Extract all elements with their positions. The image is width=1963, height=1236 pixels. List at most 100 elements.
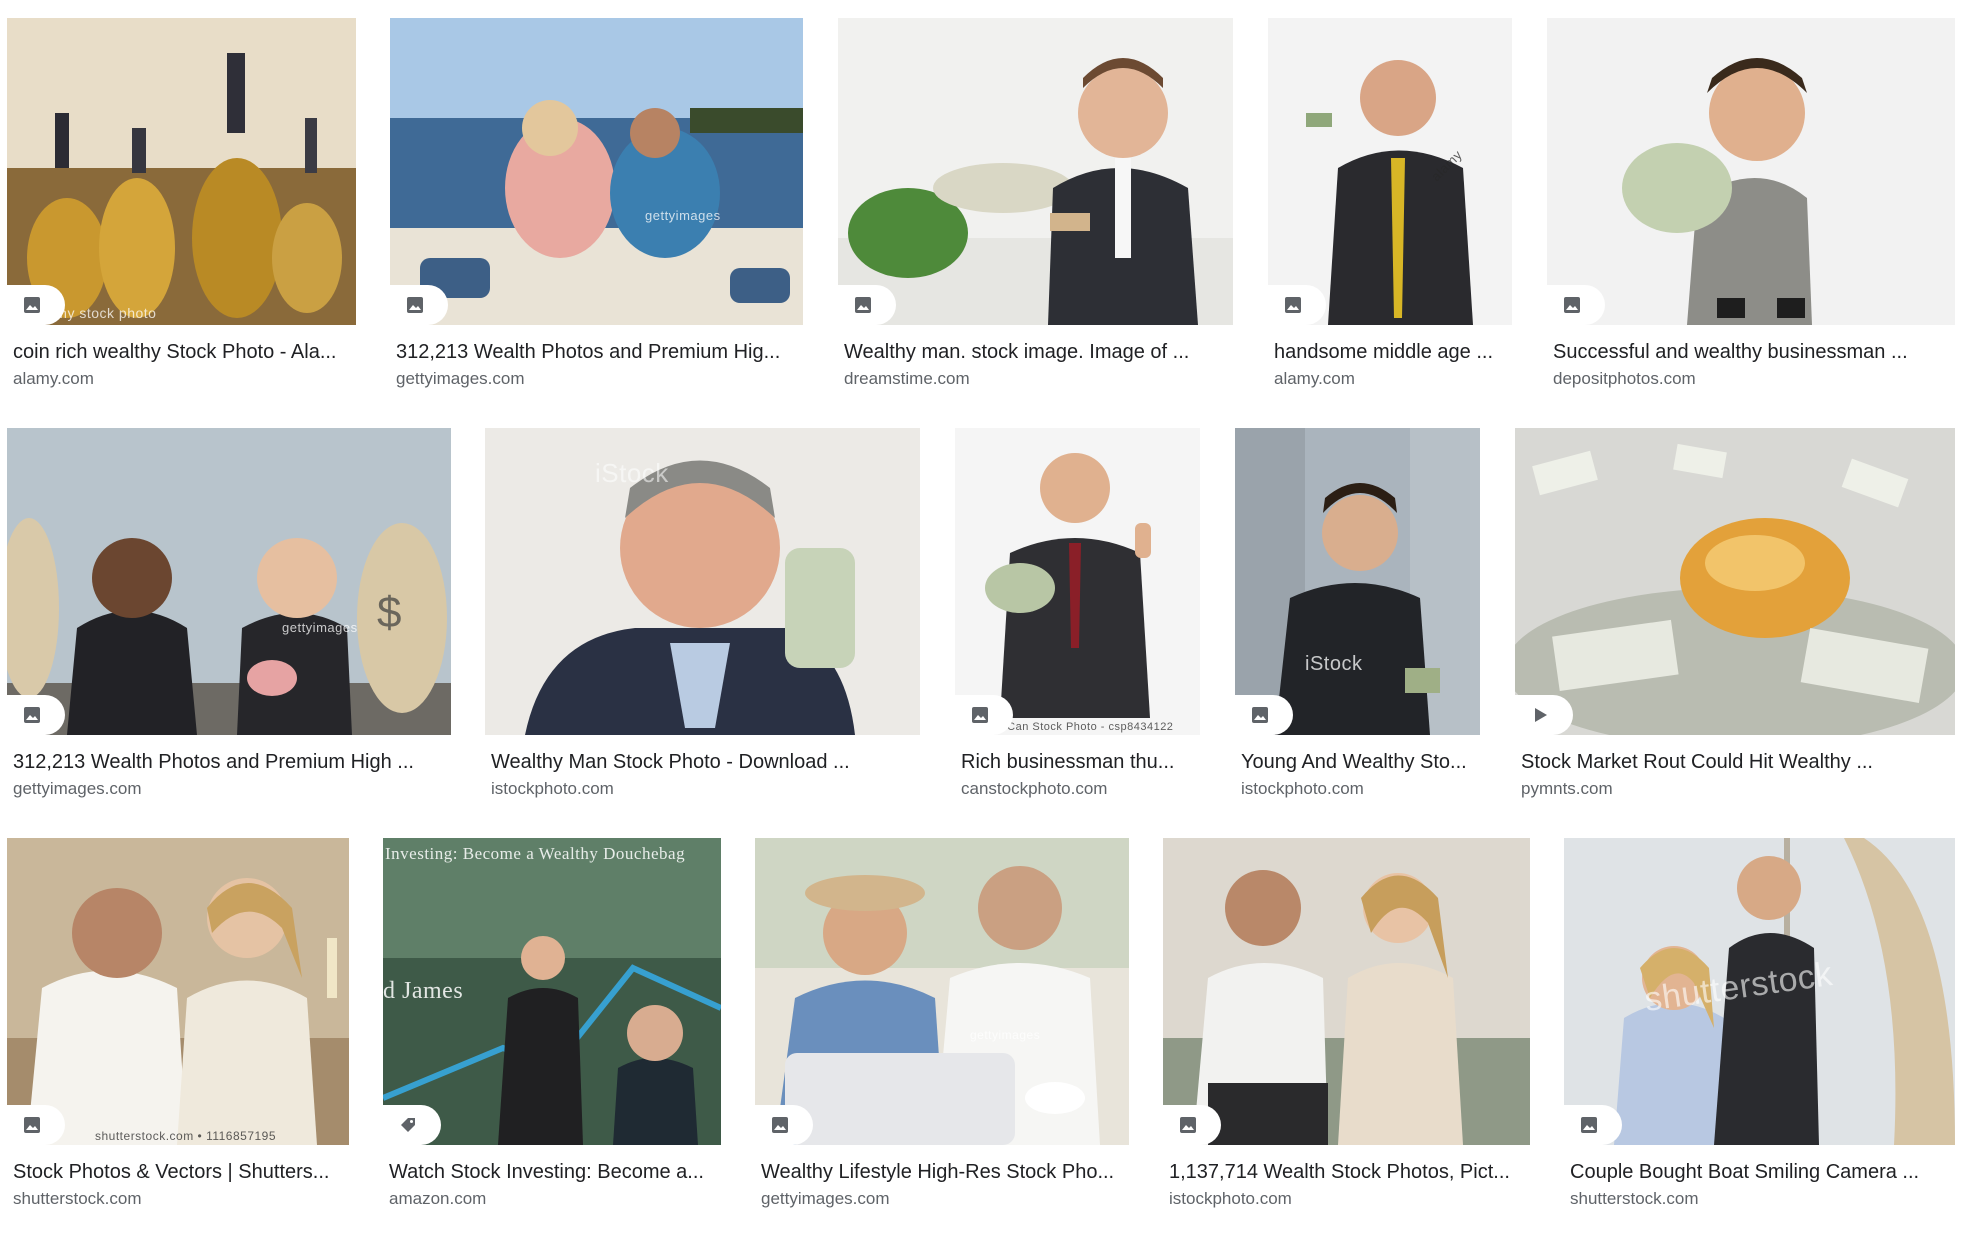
result-title[interactable]: Watch Stock Investing: Become a... <box>389 1160 717 1184</box>
watermark: gettyimages <box>970 1028 1041 1042</box>
thumbnail-image <box>7 428 451 735</box>
result-thumbnail[interactable] <box>1547 18 1955 325</box>
result-source[interactable]: istockphoto.com <box>491 778 614 800</box>
result-thumbnail[interactable] <box>1515 428 1955 735</box>
image-icon <box>407 297 423 313</box>
result-tile[interactable]: $ gettyimages 312,213 Wealth Photos and … <box>7 428 451 808</box>
result-source[interactable]: gettyimages.com <box>396 368 525 390</box>
result-thumbnail[interactable]: alamy <box>1268 18 1512 325</box>
thumbnail-image <box>7 838 349 1145</box>
thumbnail-image <box>7 18 356 325</box>
image-badge <box>955 695 1013 735</box>
result-tile[interactable]: Wealthy man. stock image. Image of ... d… <box>838 18 1233 398</box>
image-icon <box>24 297 40 313</box>
result-source[interactable]: shutterstock.com <box>1570 1188 1699 1210</box>
result-tile[interactable]: Stock Market Rout Could Hit Wealthy ... … <box>1515 428 1955 808</box>
image-badge <box>1268 285 1326 325</box>
image-badge <box>7 1105 65 1145</box>
result-title[interactable]: Wealthy man. stock image. Image of ... <box>844 340 1229 364</box>
image-icon <box>972 707 988 723</box>
thumbnail-image <box>755 838 1129 1145</box>
result-source[interactable]: dreamstime.com <box>844 368 970 390</box>
result-thumbnail[interactable]: iStock <box>485 428 920 735</box>
image-icon <box>24 1117 40 1133</box>
result-source[interactable]: gettyimages.com <box>761 1188 890 1210</box>
watermark: gettyimages <box>645 208 721 223</box>
thumbnail-image <box>1547 18 1955 325</box>
thumbnail-image <box>1268 18 1512 325</box>
image-badge <box>838 285 896 325</box>
result-title[interactable]: Wealthy Lifestyle High-Res Stock Pho... <box>761 1160 1125 1184</box>
thumbnail-image <box>390 18 803 325</box>
result-thumbnail[interactable]: © Can Stock Photo - csp8434122 <box>955 428 1200 735</box>
image-badge <box>7 285 65 325</box>
result-title[interactable]: Young And Wealthy Sto... <box>1241 750 1476 774</box>
result-title[interactable]: coin rich wealthy Stock Photo - Ala... <box>13 340 353 364</box>
image-badge <box>1564 1105 1622 1145</box>
watermark: © Can Stock Photo - csp8434122 <box>995 721 1174 733</box>
result-title[interactable]: handsome middle age ... <box>1274 340 1508 364</box>
result-title[interactable]: Stock Market Rout Could Hit Wealthy ... <box>1521 750 1951 774</box>
result-thumbnail[interactable]: shutterstock <box>1564 838 1955 1145</box>
result-title[interactable]: Successful and wealthy businessman ... <box>1553 340 1951 364</box>
result-tile[interactable]: gettyimages Wealthy Lifestyle High-Res S… <box>755 838 1129 1218</box>
result-thumbnail[interactable]: shutterstock.com • 1116857195 <box>7 838 349 1145</box>
image-icon <box>1564 297 1580 313</box>
result-source[interactable]: pymnts.com <box>1521 778 1613 800</box>
watermark: shutterstock.com • 1116857195 <box>95 1129 277 1143</box>
result-tile[interactable]: amy stock photo coin rich wealthy Stock … <box>7 18 356 398</box>
play-icon <box>1535 708 1547 722</box>
result-thumbnail[interactable]: iStock <box>1235 428 1480 735</box>
image-icon <box>772 1117 788 1133</box>
result-tile[interactable]: iStock Young And Wealthy Sto... istockph… <box>1235 428 1480 808</box>
result-tile[interactable]: 1,137,714 Wealth Stock Photos, Pict... i… <box>1163 838 1530 1218</box>
result-source[interactable]: istockphoto.com <box>1169 1188 1292 1210</box>
result-thumbnail[interactable]: $ gettyimages <box>7 428 451 735</box>
result-source[interactable]: istockphoto.com <box>1241 778 1364 800</box>
result-source[interactable]: shutterstock.com <box>13 1188 142 1210</box>
result-tile[interactable]: shutterstock.com • 1116857195 Stock Phot… <box>7 838 349 1218</box>
watermark: gettyimages <box>282 620 358 635</box>
result-tile[interactable]: Investing: Become a Wealthy Douchebag d … <box>383 838 721 1218</box>
watermark: iStock <box>1305 653 1363 675</box>
overlay-text: d James <box>383 978 464 1004</box>
image-icon <box>1285 297 1301 313</box>
result-thumbnail[interactable]: gettyimages <box>755 838 1129 1145</box>
result-thumbnail[interactable] <box>1163 838 1530 1145</box>
image-icon <box>1252 707 1268 723</box>
result-title[interactable]: 312,213 Wealth Photos and Premium High .… <box>13 750 447 774</box>
result-tile[interactable]: shutterstock Couple Bought Boat Smiling … <box>1564 838 1955 1218</box>
thumbnail-image <box>485 428 920 735</box>
result-title[interactable]: Stock Photos & Vectors | Shutters... <box>13 1160 345 1184</box>
result-source[interactable]: depositphotos.com <box>1553 368 1696 390</box>
image-badge <box>1235 695 1293 735</box>
image-badge <box>390 285 448 325</box>
result-title[interactable]: Wealthy Man Stock Photo - Download ... <box>491 750 916 774</box>
result-source[interactable]: canstockphoto.com <box>961 778 1107 800</box>
result-source[interactable]: alamy.com <box>13 368 94 390</box>
result-tile[interactable]: alamy handsome middle age ... alamy.com <box>1268 18 1512 398</box>
result-title[interactable]: Couple Bought Boat Smiling Camera ... <box>1570 1160 1951 1184</box>
result-thumbnail[interactable]: amy stock photo <box>7 18 356 325</box>
thumbnail-image <box>1235 428 1480 735</box>
result-source[interactable]: alamy.com <box>1274 368 1355 390</box>
result-title[interactable]: 312,213 Wealth Photos and Premium Hig... <box>396 340 796 364</box>
result-tile[interactable]: Successful and wealthy businessman ... d… <box>1547 18 1955 398</box>
video-badge <box>1515 695 1573 735</box>
price-badge <box>383 1105 441 1145</box>
result-title[interactable]: 1,137,714 Wealth Stock Photos, Pict... <box>1169 1160 1526 1184</box>
result-title[interactable]: Rich businessman thu... <box>961 750 1196 774</box>
thumbnail-image <box>955 428 1200 735</box>
result-thumbnail[interactable]: Investing: Become a Wealthy Douchebag d … <box>383 838 721 1145</box>
image-icon <box>1180 1117 1196 1133</box>
result-source[interactable]: gettyimages.com <box>13 778 142 800</box>
result-tile[interactable]: © Can Stock Photo - csp8434122 Rich busi… <box>955 428 1200 808</box>
result-source[interactable]: amazon.com <box>389 1188 486 1210</box>
watermark: Investing: Become a Wealthy Douchebag <box>385 844 686 863</box>
image-badge <box>755 1105 813 1145</box>
result-tile[interactable]: iStock Wealthy Man Stock Photo - Downloa… <box>485 428 920 808</box>
result-thumbnail[interactable] <box>838 18 1233 325</box>
result-tile[interactable]: gettyimages 312,213 Wealth Photos and Pr… <box>390 18 803 398</box>
result-thumbnail[interactable]: gettyimages <box>390 18 803 325</box>
tag-icon <box>401 1118 415 1132</box>
